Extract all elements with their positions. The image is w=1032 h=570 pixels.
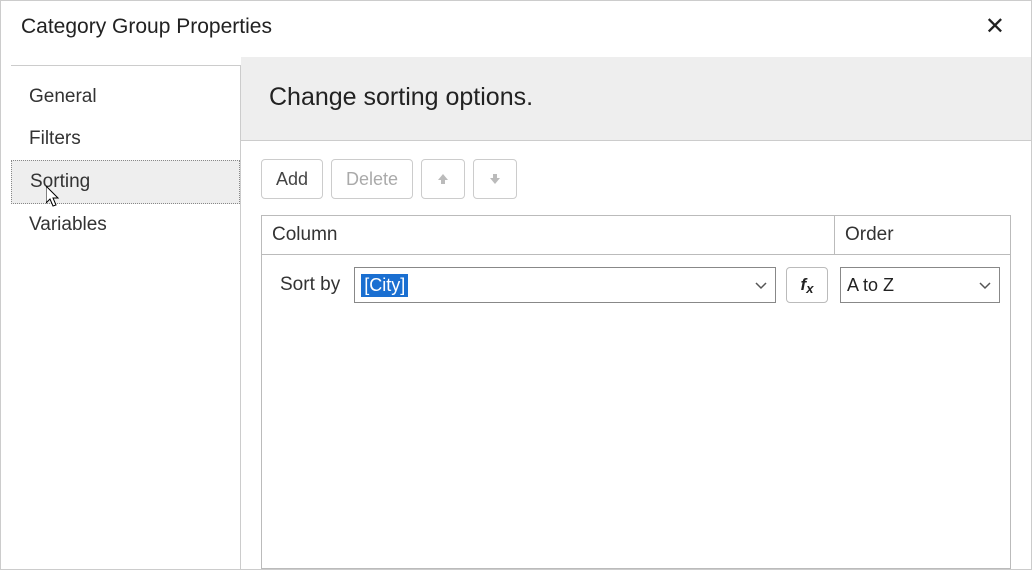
panel-header: Change sorting options.	[241, 57, 1031, 141]
sidebar-item-label: Variables	[29, 214, 107, 235]
sidebar-item-sorting[interactable]: Sorting	[11, 160, 240, 204]
dialog-window: Category Group Properties ✕ General Filt…	[0, 0, 1032, 570]
titlebar: Category Group Properties ✕	[1, 1, 1031, 57]
chevron-down-icon	[755, 277, 767, 293]
panel-content: Add Delete	[241, 141, 1031, 569]
sidebar-item-filters[interactable]: Filters	[11, 118, 240, 160]
sidebar-item-general[interactable]: General	[11, 76, 240, 118]
sort-order-value: A to Z	[847, 275, 971, 296]
fx-icon: fx	[801, 275, 814, 295]
sidebar-item-label: Filters	[29, 128, 81, 149]
sort-column-dropdown[interactable]: [City]	[354, 267, 776, 303]
expression-button[interactable]: fx	[786, 267, 828, 303]
sort-grid: Column Order Sort by [City]	[261, 215, 1011, 569]
add-button-label: Add	[276, 169, 308, 190]
sidebar-nav: General Filters Sorting Variables	[11, 65, 241, 569]
sort-order-dropdown[interactable]: A to Z	[840, 267, 1000, 303]
move-up-button[interactable]	[421, 159, 465, 199]
sidebar-item-label: Sorting	[30, 171, 90, 192]
move-down-button[interactable]	[473, 159, 517, 199]
sort-toolbar: Add Delete	[261, 159, 1011, 199]
close-button[interactable]: ✕	[977, 11, 1013, 43]
sidebar-item-variables[interactable]: Variables	[11, 204, 240, 246]
sort-row: Sort by [City] fx A to Z	[262, 255, 1010, 315]
order-header: Order	[835, 216, 1010, 254]
sidebar-item-label: General	[29, 86, 97, 107]
chevron-down-icon	[979, 277, 991, 293]
add-button[interactable]: Add	[261, 159, 323, 199]
delete-button[interactable]: Delete	[331, 159, 413, 199]
dialog-body: General Filters Sorting Variables Change…	[1, 57, 1031, 569]
main-panel: Change sorting options. Add Delete	[241, 57, 1031, 569]
delete-button-label: Delete	[346, 169, 398, 190]
arrow-down-icon	[487, 171, 503, 187]
arrow-up-icon	[435, 171, 451, 187]
grid-header-row: Column Order	[262, 216, 1010, 255]
sort-column-value: [City]	[361, 274, 408, 297]
close-icon: ✕	[985, 13, 1005, 40]
sort-by-label: Sort by	[280, 274, 340, 296]
column-header: Column	[262, 216, 835, 254]
dialog-title: Category Group Properties	[21, 15, 272, 39]
